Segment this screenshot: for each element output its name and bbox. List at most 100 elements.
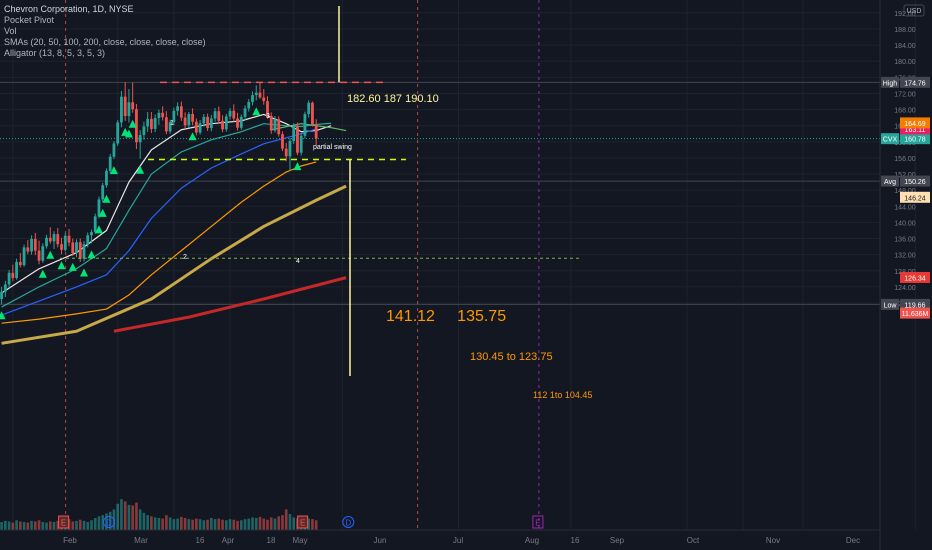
candle-body <box>254 92 258 96</box>
price-label-tag-text: Avg <box>884 179 896 186</box>
legend-alligator[interactable]: Alligator (13, 8, 5, 3, 5, 3) <box>4 48 206 59</box>
candle-body <box>45 237 48 247</box>
candle-body <box>33 238 37 251</box>
candle-body <box>75 242 78 254</box>
dividend-marker-label: D <box>106 519 112 528</box>
candle-body <box>123 96 127 117</box>
volume-bar <box>86 522 90 530</box>
earnings-marker: E <box>58 515 70 529</box>
price-tick-label: 188.00 <box>894 27 916 34</box>
time-tick-label: Oct <box>687 536 700 545</box>
volume-bar <box>34 521 37 530</box>
price-label-value: 126.34 <box>904 275 926 282</box>
targets-down-2-label: 130.45 to 123.75 <box>470 351 553 363</box>
volume-bar <box>153 517 157 530</box>
volume-bar <box>236 520 239 530</box>
volume-bar <box>15 520 18 530</box>
chart-legend: Chevron Corporation, 1D, NYSE Pocket Piv… <box>4 4 206 59</box>
volume-bar <box>19 521 22 530</box>
volume-bar <box>37 520 41 530</box>
volume-bar <box>206 519 209 530</box>
legend-title[interactable]: Chevron Corporation, 1D, NYSE <box>4 4 206 15</box>
candle-body <box>157 112 161 119</box>
candle-body <box>7 272 11 285</box>
wave-1-label: 1 <box>170 120 174 127</box>
candle-body <box>269 116 273 131</box>
candle-body <box>206 116 209 129</box>
candle-body <box>60 244 63 250</box>
wave-3-label: 3 <box>266 113 270 120</box>
volume-bar <box>131 505 134 530</box>
volume-bar <box>202 520 206 530</box>
candle-body <box>120 96 123 123</box>
volume-bar <box>228 519 232 530</box>
candle-body <box>18 261 22 266</box>
earnings-marker-label: E <box>300 519 305 528</box>
volume-bar <box>161 518 164 530</box>
volume-bar <box>82 520 86 530</box>
candle-body <box>90 232 93 236</box>
price-label-tag-text: High <box>883 80 898 87</box>
candle-body <box>112 143 116 157</box>
price-label-value: 11.636M <box>902 311 929 318</box>
price-tick-label: 172.00 <box>894 91 916 98</box>
volume-bar <box>221 519 224 530</box>
price-tick-label: 140.00 <box>894 220 916 227</box>
volume-bar <box>78 519 82 530</box>
candle-body <box>131 102 135 110</box>
targets-down-3-label: 112 1to 104.45 <box>533 390 593 400</box>
candle-body <box>299 135 303 153</box>
volume-bar <box>217 518 221 530</box>
candle-body <box>284 148 288 157</box>
price-chart[interactable]: EDEDE120.00124.00128.00132.00136.00140.0… <box>0 0 932 550</box>
candle-body <box>22 247 26 266</box>
legend-pocket-pivot[interactable]: Pocket Pivot <box>4 15 206 26</box>
volume-bar <box>142 512 146 530</box>
volume-bar <box>52 522 56 530</box>
legend-volume[interactable]: Vol <box>4 26 206 37</box>
volume-bar <box>225 520 228 530</box>
targets-down-1-label: 141.12 135.75 <box>386 308 507 325</box>
candle-body <box>101 185 105 200</box>
legend-smas[interactable]: SMAs (20, 50, 100, 200, close, close, cl… <box>4 37 206 48</box>
candle-body <box>292 126 296 142</box>
volume-bar <box>146 515 149 530</box>
candle-body <box>150 118 153 129</box>
candle-body <box>273 119 277 131</box>
candle-body <box>258 92 262 98</box>
candle-body <box>146 118 150 127</box>
candle-body <box>288 141 292 157</box>
candle-body <box>56 234 60 245</box>
volume-bar <box>123 501 127 530</box>
candle-body <box>108 156 112 171</box>
candle-body <box>251 95 254 102</box>
volume-bar <box>97 516 101 530</box>
price-tick-label: 132.00 <box>894 253 916 260</box>
volume-bar <box>120 499 123 530</box>
candle-body <box>198 123 202 133</box>
candle-body <box>191 114 194 122</box>
volume-bar <box>195 518 198 530</box>
candle-body <box>52 234 56 242</box>
volume-bar <box>311 519 314 530</box>
volume-bar <box>180 516 183 530</box>
price-tick-label: 136.00 <box>894 237 916 244</box>
candle-body <box>213 111 217 119</box>
candle-body <box>15 261 18 279</box>
volume-bar <box>0 522 3 530</box>
candle-body <box>224 116 228 130</box>
volume-bar <box>41 522 45 530</box>
volume-bar <box>284 509 288 530</box>
candle-body <box>30 238 33 252</box>
volume-bar <box>127 504 131 530</box>
volume-bar <box>277 516 281 530</box>
time-tick-label: Jun <box>374 536 387 545</box>
price-tick-label: 180.00 <box>894 59 916 66</box>
candle-body <box>311 102 314 125</box>
price-label-value: 174.76 <box>904 80 926 87</box>
volume-bar <box>262 518 266 530</box>
earnings-marker-label: E <box>61 519 66 528</box>
volume-bar <box>22 522 26 530</box>
volume-bar <box>71 521 75 530</box>
volume-bar <box>26 522 30 530</box>
